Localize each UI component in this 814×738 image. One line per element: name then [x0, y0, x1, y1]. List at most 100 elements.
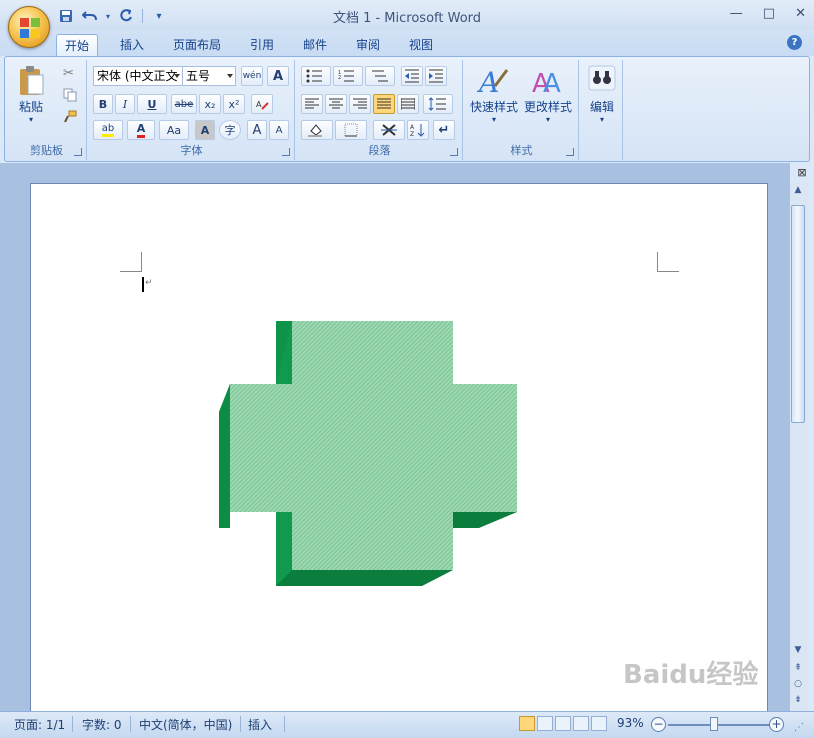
help-icon[interactable]: ?: [787, 35, 802, 50]
phonetic-guide-button[interactable]: wén: [241, 66, 263, 86]
font-size-combo[interactable]: 五号: [182, 66, 236, 86]
align-left-icon: [305, 98, 319, 109]
full-screen-reading-icon[interactable]: [537, 716, 553, 731]
watermark: Baidu经验: [623, 660, 759, 690]
office-button[interactable]: [8, 6, 50, 48]
format-painter-icon[interactable]: [63, 110, 77, 127]
plus-shape[interactable]: [217, 318, 519, 590]
editing-label: 编辑: [589, 100, 614, 114]
tab-insert[interactable]: 插入: [112, 34, 152, 56]
clear-formatting-button[interactable]: A: [251, 94, 273, 114]
paste-button[interactable]: 粘贴 ▾: [13, 64, 49, 124]
view-ruler-icon[interactable]: ⊠: [794, 166, 810, 182]
plus-front-face: [230, 321, 517, 570]
tab-mailings[interactable]: 邮件: [295, 34, 335, 56]
plus-side-bottom: [276, 570, 453, 586]
insert-mode[interactable]: 插入: [248, 716, 272, 733]
tab-home[interactable]: 开始: [56, 34, 99, 56]
styles-dialog-launcher-icon[interactable]: [566, 148, 574, 156]
zoom-out-icon[interactable]: −: [651, 717, 666, 732]
language-status[interactable]: 中文(简体，中国): [139, 716, 232, 733]
asian-layout-button[interactable]: [373, 120, 405, 140]
cut-icon[interactable]: ✂: [63, 66, 74, 81]
tab-view[interactable]: 视图: [401, 34, 441, 56]
document-page[interactable]: ↵ Baidu经验: [30, 183, 768, 713]
bullets-icon: [306, 69, 322, 83]
tab-page-layout[interactable]: 页面布局: [165, 34, 229, 56]
italic-button[interactable]: I: [115, 94, 135, 114]
borders-button[interactable]: [335, 120, 367, 140]
shrink-font-button[interactable]: A: [269, 120, 289, 140]
scroll-up-icon[interactable]: ▲: [790, 185, 806, 199]
asian-layout-icon: [381, 124, 397, 136]
paragraph-dialog-launcher-icon[interactable]: [450, 148, 458, 156]
multilevel-list-button[interactable]: [365, 66, 395, 86]
previous-page-icon[interactable]: ⇞: [790, 663, 806, 677]
print-layout-view-icon[interactable]: [519, 716, 535, 731]
scroll-thumb[interactable]: [791, 205, 805, 423]
increase-indent-button[interactable]: [425, 66, 447, 86]
font-dialog-launcher-icon[interactable]: [282, 148, 290, 156]
web-layout-icon[interactable]: [555, 716, 571, 731]
svg-text:A: A: [256, 100, 262, 109]
font-group-label: 字体: [180, 144, 203, 157]
tab-review[interactable]: 审阅: [348, 34, 388, 56]
distributed-button[interactable]: [397, 94, 419, 114]
enclose-characters-button[interactable]: 字: [219, 120, 241, 140]
change-case-button[interactable]: Aa: [159, 120, 189, 140]
clipboard-dialog-launcher-icon[interactable]: [74, 148, 82, 156]
zoom-in-icon[interactable]: +: [769, 717, 784, 732]
change-styles-icon: A A: [532, 69, 561, 98]
align-center-button[interactable]: [325, 94, 347, 114]
change-styles-button[interactable]: A A 更改样式 ▾: [521, 64, 575, 124]
highlight-button[interactable]: ab: [93, 120, 123, 140]
editing-button[interactable]: 编辑 ▾: [583, 64, 621, 124]
outline-view-icon[interactable]: [573, 716, 589, 731]
sort-button[interactable]: AZ: [407, 120, 429, 140]
font-color-button[interactable]: A: [127, 120, 155, 140]
underline-button[interactable]: U: [137, 94, 167, 114]
scroll-down-icon[interactable]: ▼: [790, 645, 806, 659]
font-name-combo[interactable]: 宋体 (中文正文: [93, 66, 183, 86]
line-spacing-icon: [428, 97, 446, 111]
align-center-icon: [329, 98, 343, 109]
status-separator: [240, 716, 241, 732]
ribbon-tabs: 开始 插入 页面布局 引用 邮件 审阅 视图: [0, 30, 814, 56]
copy-icon[interactable]: [63, 88, 77, 105]
close-button[interactable]: ✕: [795, 6, 806, 21]
bold-button[interactable]: B: [93, 94, 113, 114]
decrease-indent-button[interactable]: [401, 66, 423, 86]
paragraph-group-label: 段落: [368, 144, 391, 157]
browse-object-icon[interactable]: ○: [790, 679, 806, 693]
grow-font-button[interactable]: A: [247, 120, 267, 140]
editing-dropdown-icon: ▾: [599, 115, 604, 124]
line-spacing-button[interactable]: [423, 94, 453, 114]
quick-styles-label: 快速样式: [469, 100, 518, 114]
quick-styles-button[interactable]: A 快速样式 ▾: [469, 64, 519, 124]
shading-button[interactable]: [301, 120, 333, 140]
align-left-button[interactable]: [301, 94, 323, 114]
page-count[interactable]: 页面: 1/1: [14, 716, 65, 733]
zoom-slider-track[interactable]: [668, 724, 770, 726]
show-marks-button[interactable]: ↵: [433, 120, 455, 140]
minimize-button[interactable]: —: [730, 6, 743, 21]
font-color-icon: A: [136, 122, 146, 138]
superscript-button[interactable]: x²: [223, 94, 245, 114]
word-count[interactable]: 字数: 0: [82, 716, 122, 733]
justify-button[interactable]: [373, 94, 395, 114]
tab-references[interactable]: 引用: [242, 34, 282, 56]
zoom-level[interactable]: 93%: [617, 716, 644, 730]
subscript-button[interactable]: x₂: [199, 94, 221, 114]
maximize-button[interactable]: □: [763, 6, 775, 21]
zoom-slider-thumb[interactable]: [710, 717, 718, 731]
resize-grip-icon[interactable]: ⋰: [794, 722, 804, 733]
next-page-icon[interactable]: ⇟: [790, 695, 806, 709]
character-border-button[interactable]: A: [267, 66, 289, 86]
bullets-button[interactable]: [301, 66, 331, 86]
character-shading-button[interactable]: A: [195, 120, 215, 140]
align-right-button[interactable]: [349, 94, 371, 114]
strikethrough-button[interactable]: abe: [171, 94, 197, 114]
numbering-button[interactable]: 12: [333, 66, 363, 86]
vertical-scrollbar[interactable]: ▲ ▼ ⇞ ○ ⇟: [790, 183, 808, 711]
draft-view-icon[interactable]: [591, 716, 607, 731]
